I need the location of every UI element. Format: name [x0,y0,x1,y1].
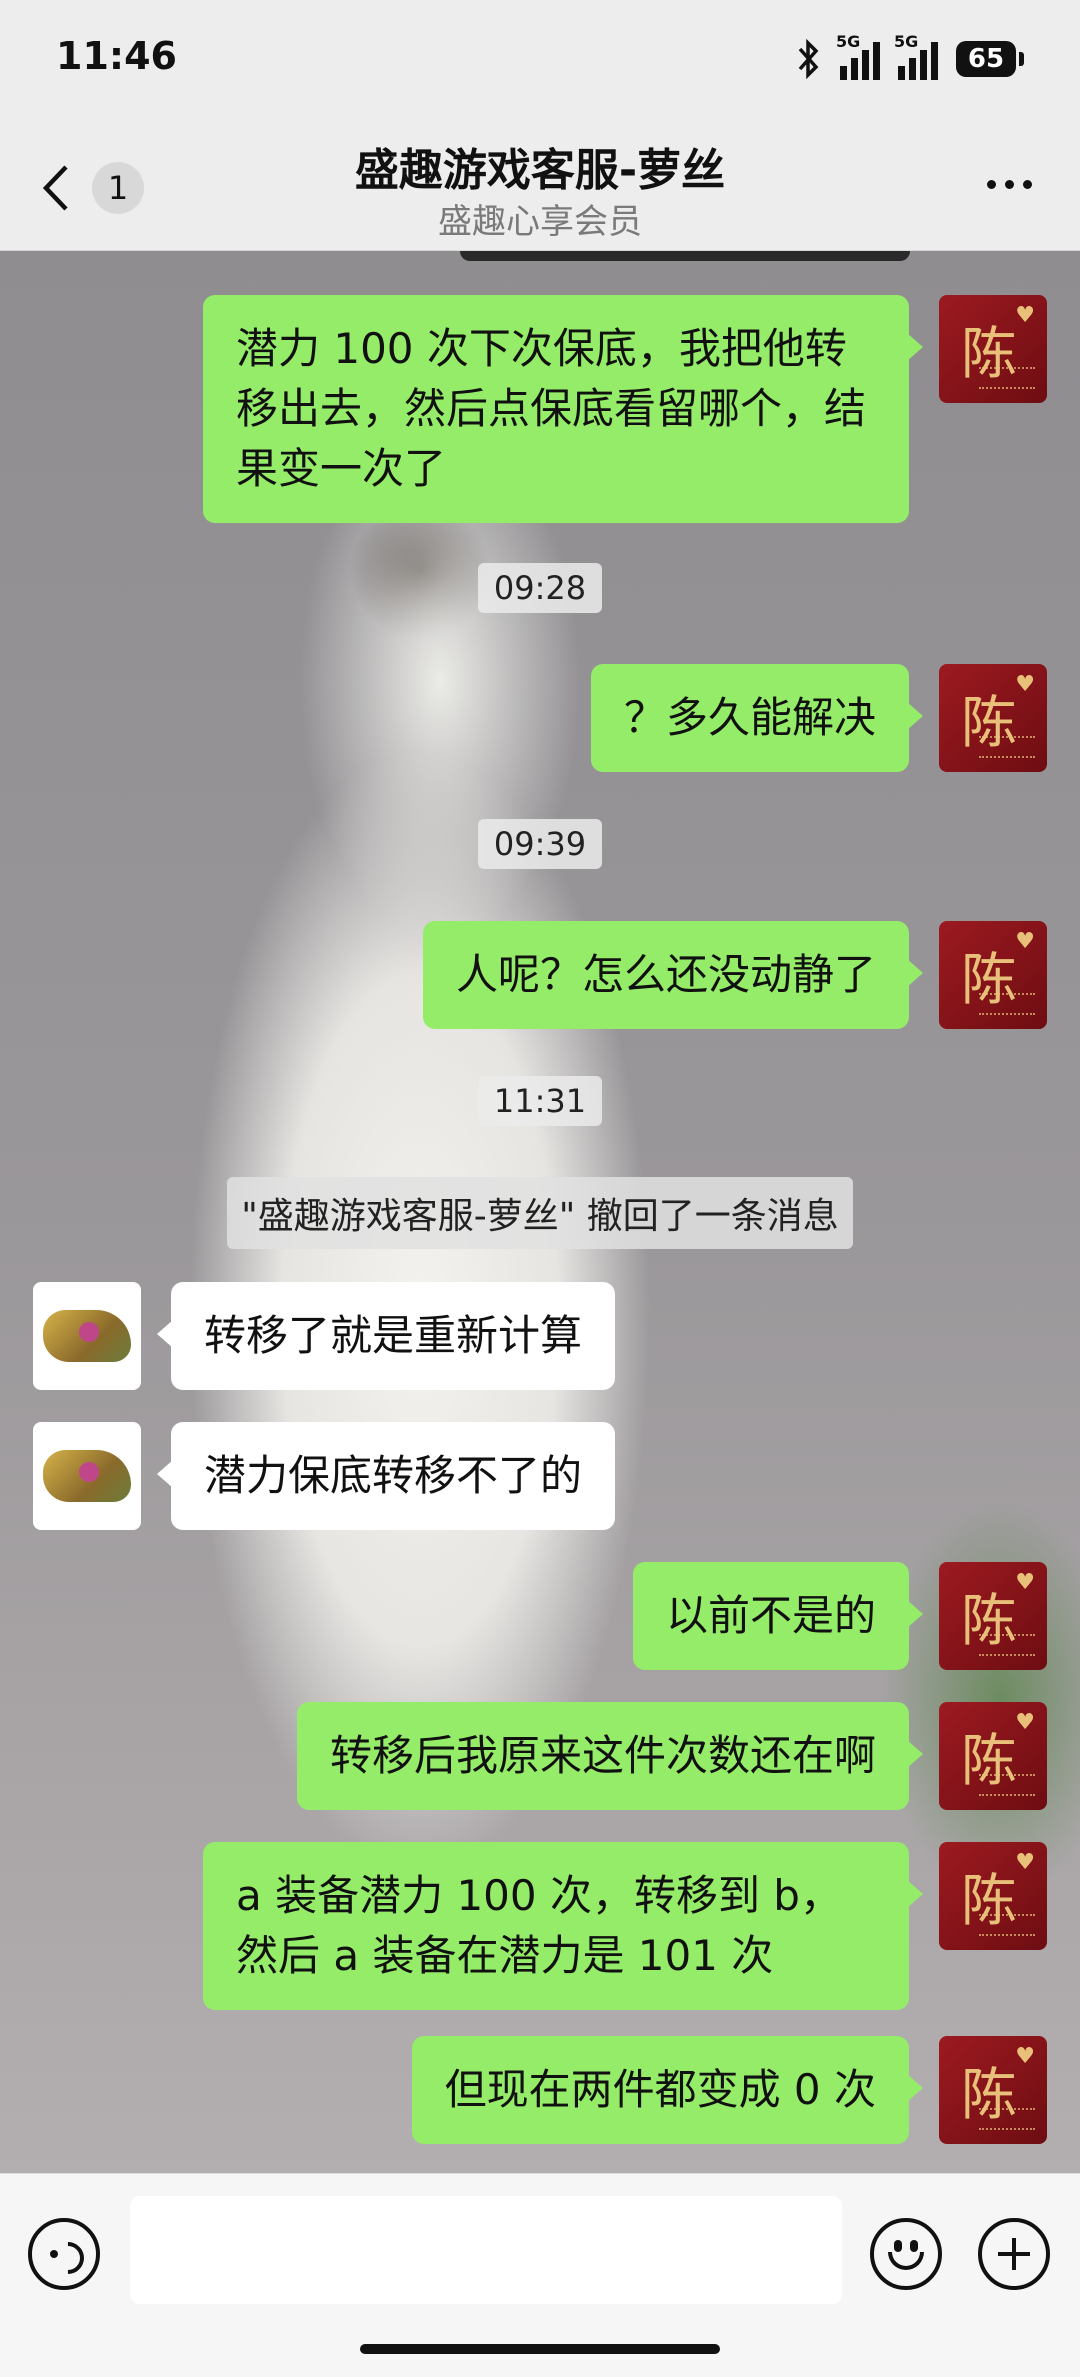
voice-input-button[interactable] [28,2218,100,2290]
my-avatar[interactable]: 陈 ♥ [939,2036,1047,2144]
message-bubble[interactable]: 人呢？怎么还没动静了 [422,921,924,1029]
emoji-button[interactable] [870,2218,942,2290]
home-indicator[interactable] [360,2344,720,2354]
recall-notice: "盛趣游戏客服-萝丝" 撤回了一条消息 [0,1177,1080,1249]
message-row-outgoing: 陈 ♥ a 装备潜力 100 次，转移到 b，然后 a 装备在潜力是 101 次 [203,1842,1047,2010]
message-input[interactable] [130,2196,842,2304]
message-bubble[interactable]: a 装备潜力 100 次，转移到 b，然后 a 装备在潜力是 101 次 [203,1842,923,2010]
chat-subtitle: 盛趣心享会员 [438,202,642,242]
status-bar: 11:46 5G 5G 65 [0,0,1080,120]
heart-icon: ♥ [1015,1850,1035,1875]
service-avatar[interactable] [33,1422,141,1530]
message-bubble[interactable]: 转移了就是重新计算 [156,1282,616,1390]
heart-icon: ♥ [1015,672,1035,697]
my-avatar[interactable]: 陈 ♥ [939,664,1047,772]
message-row-outgoing: 陈 ♥ 以前不是的 [632,1562,1047,1670]
chat-title: 盛趣游戏客服-萝丝 [354,145,726,196]
status-icons: 5G 5G 65 [794,32,1024,80]
message-bubble[interactable]: 以前不是的 [632,1562,924,1670]
message-bubble[interactable]: 转移后我原来这件次数还在啊 [296,1702,924,1810]
heart-icon: ♥ [1015,1710,1035,1735]
my-avatar[interactable]: 陈 ♥ [939,1842,1047,1950]
timestamp: 09:28 [0,563,1080,613]
my-avatar[interactable]: 陈 ♥ [939,921,1047,1029]
heart-icon: ♥ [1015,929,1035,954]
service-avatar[interactable] [33,1282,141,1390]
bluetooth-icon [798,39,819,79]
heart-icon: ♥ [1015,303,1035,328]
message-row-outgoing: 陈 ♥ 转移后我原来这件次数还在啊 [296,1702,1047,1810]
voice-wave-icon [45,2235,91,2281]
timestamp: 11:31 [0,1076,1080,1126]
message-row-incoming: 潜力保底转移不了的 [33,1422,616,1530]
more-dot-icon [1023,180,1032,189]
message-row-outgoing: 陈 ♥ 但现在两件都变成 0 次 [411,2036,1047,2144]
more-options-button[interactable] [987,180,1032,189]
chat-area[interactable]: 陈 ♥ 潜力 100 次下次保底，我把他转移出去，然后点保底看留哪个，结果变一次了… [0,251,1080,2173]
message-bubble[interactable]: 潜力 100 次下次保底，我把他转移出去，然后点保底看留哪个，结果变一次了 [203,295,923,523]
input-bar [0,2173,1080,2377]
cellular-signal-icon: 5G [836,32,880,80]
more-dot-icon [987,180,996,189]
status-time: 11:46 [56,34,177,78]
heart-icon: ♥ [1015,1570,1035,1595]
battery-icon: 65 [956,41,1024,77]
smile-icon [888,2252,924,2270]
message-row-outgoing: 陈 ♥ ？多久能解决 [590,664,1047,772]
more-functions-button[interactable] [978,2218,1050,2290]
message-row-outgoing: 陈 ♥ 潜力 100 次下次保底，我把他转移出去，然后点保底看留哪个，结果变一次了 [203,295,1047,523]
my-avatar[interactable]: 陈 ♥ [939,1562,1047,1670]
more-dot-icon [1005,180,1014,189]
cellular-signal-icon-2: 5G [894,32,938,80]
message-row-outgoing: 陈 ♥ 人呢？怎么还没动静了 [422,921,1047,1029]
previous-message-edge [460,251,910,261]
message-row-incoming: 转移了就是重新计算 [33,1282,616,1390]
my-avatar[interactable]: 陈 ♥ [939,295,1047,403]
chat-header: 1 盛趣游戏客服-萝丝 盛趣心享会员 [0,120,1080,251]
message-bubble[interactable]: 潜力保底转移不了的 [156,1422,616,1530]
heart-icon: ♥ [1015,2044,1035,2069]
message-bubble[interactable]: ？多久能解决 [590,664,924,772]
message-bubble[interactable]: 但现在两件都变成 0 次 [411,2036,924,2144]
my-avatar[interactable]: 陈 ♥ [939,1702,1047,1810]
timestamp: 09:39 [0,819,1080,869]
